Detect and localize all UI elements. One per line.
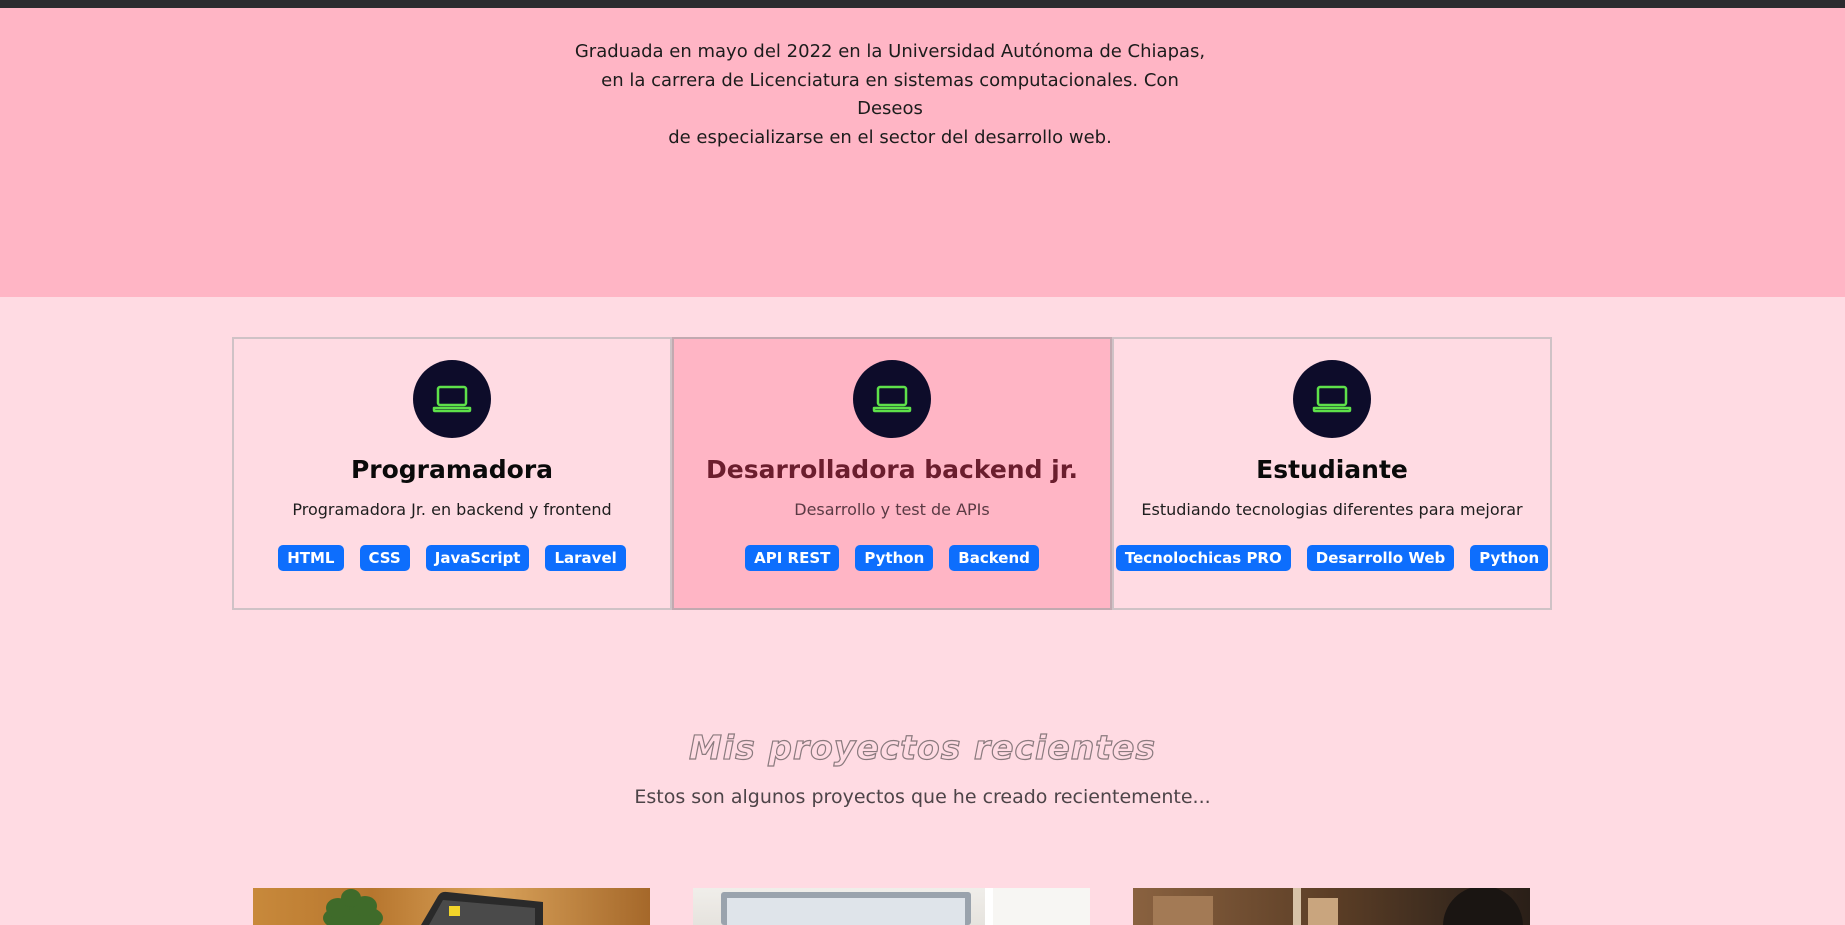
tag-list: Tecnolochicas PRO Desarrollo Web Python (1115, 545, 1549, 571)
laptop-icon (1293, 360, 1371, 438)
roles-cards: Programadora Programadora Jr. en backend… (232, 337, 1552, 610)
tag-badge: Desarrollo Web (1306, 545, 1455, 571)
tag-badge: JavaScript (425, 545, 530, 571)
role-card-backend[interactable]: Desarrolladora backend jr. Desarrollo y … (672, 337, 1112, 610)
about-hero: Graduada en mayo del 2022 en la Universi… (0, 8, 1845, 297)
card-title: Desarrolladora backend jr. (706, 455, 1078, 484)
tag-list: API REST Python Backend (745, 545, 1039, 571)
tag-badge: Python (855, 545, 934, 571)
card-title: Programadora (350, 455, 554, 484)
tag-badge: Python (1470, 545, 1549, 571)
laptop-icon (413, 360, 491, 438)
about-description: Graduada en mayo del 2022 en la Universi… (570, 38, 1210, 152)
project-thumbnail[interactable] (1133, 888, 1530, 925)
tag-badge: HTML (278, 545, 344, 571)
card-title: Estudiante (1256, 455, 1408, 484)
projects-heading: Mis proyectos recientes (688, 727, 1157, 767)
about-line: Graduada en mayo del 2022 en la Universi… (574, 41, 1206, 62)
card-description: Programadora Jr. en backend y frontend (292, 500, 612, 519)
browser-top-bar (0, 0, 1845, 8)
laptop-icon (853, 360, 931, 438)
tag-badge: API REST (745, 545, 840, 571)
card-description: Desarrollo y test de APIs (794, 500, 990, 519)
role-card-estudiante[interactable]: Estudiante Estudiando tecnologias difere… (1112, 337, 1552, 610)
about-line: de especializarse en el sector del desar… (668, 126, 1112, 148)
projects-subtitle: Estos son algunos proyectos que he cread… (634, 786, 1211, 808)
role-card-programadora[interactable]: Programadora Programadora Jr. en backend… (232, 337, 672, 610)
about-line: en la carrera de Licenciatura en sistema… (601, 69, 1179, 120)
tag-badge: Tecnolochicas PRO (1115, 545, 1291, 571)
tag-badge: Laravel (545, 545, 626, 571)
project-thumbnail[interactable] (253, 888, 650, 925)
tag-badge: Backend (949, 545, 1039, 571)
card-description: Estudiando tecnologias diferentes para m… (1141, 500, 1523, 519)
project-thumbnail[interactable] (693, 888, 1090, 925)
tag-list: HTML CSS JavaScript Laravel (278, 545, 626, 571)
tag-badge: CSS (359, 545, 410, 571)
